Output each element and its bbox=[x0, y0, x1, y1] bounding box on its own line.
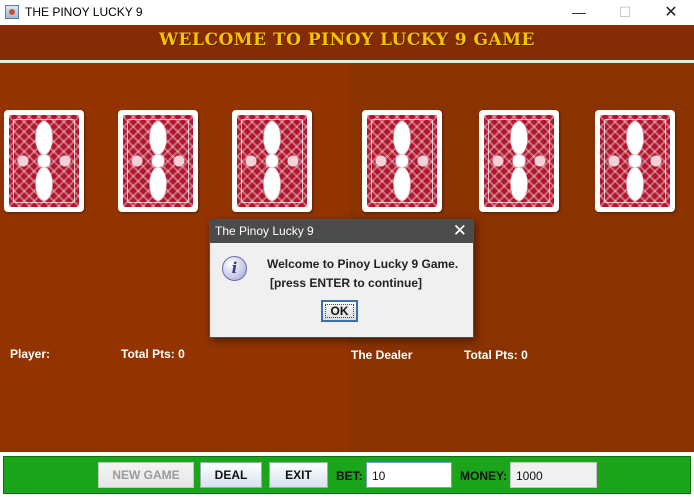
dialog-title-bar[interactable]: The Pinoy Lucky 9 ✕ bbox=[210, 220, 473, 243]
dealer-label: The Dealer bbox=[351, 348, 413, 362]
dealer-card-3 bbox=[595, 110, 675, 212]
player-card-3 bbox=[232, 110, 312, 212]
dialog-hint: [press ENTER to continue] bbox=[270, 276, 423, 290]
dealer-card-2 bbox=[479, 110, 559, 212]
welcome-banner: WELCOME TO PINOY LUCKY 9 GAME bbox=[158, 30, 536, 50]
dialog-message: Welcome to Pinoy Lucky 9 Game. bbox=[267, 257, 459, 271]
close-button[interactable]: ✕ bbox=[648, 0, 694, 25]
window-title: THE PINOY LUCKY 9 bbox=[25, 5, 143, 19]
deal-button[interactable]: DEAL bbox=[200, 462, 262, 488]
game-header: WELCOME TO PINOY LUCKY 9 GAME bbox=[0, 25, 694, 63]
java-app-icon bbox=[5, 5, 19, 19]
card-back-pattern bbox=[9, 115, 79, 207]
new-game-button[interactable]: NEW GAME bbox=[98, 462, 194, 488]
maximize-button[interactable]: ☐ bbox=[602, 0, 648, 25]
money-field: 1000 bbox=[510, 462, 597, 488]
dialog-title: The Pinoy Lucky 9 bbox=[215, 224, 314, 238]
dealer-total-points: Total Pts: 0 bbox=[464, 348, 528, 362]
bet-input[interactable]: 10 bbox=[366, 462, 452, 488]
money-label: MONEY: bbox=[460, 469, 508, 483]
dealer-card-1 bbox=[362, 110, 442, 212]
card-back-pattern bbox=[367, 115, 437, 207]
control-bar: NEW GAME DEAL EXIT BET: 10 MONEY: 1000 bbox=[3, 456, 691, 494]
welcome-dialog: The Pinoy Lucky 9 ✕ i Welcome to Pinoy L… bbox=[209, 219, 474, 338]
dialog-close-button[interactable]: ✕ bbox=[453, 221, 467, 241]
control-bar-frame: NEW GAME DEAL EXIT BET: 10 MONEY: 1000 bbox=[0, 452, 694, 497]
minimize-button[interactable]: — bbox=[556, 0, 602, 25]
card-back-pattern bbox=[484, 115, 554, 207]
info-icon: i bbox=[222, 256, 247, 281]
window-title-bar[interactable]: THE PINOY LUCKY 9 — ☐ ✕ bbox=[0, 0, 694, 26]
card-back-pattern bbox=[600, 115, 670, 207]
player-total-points: Total Pts: 0 bbox=[121, 347, 185, 361]
card-back-pattern bbox=[123, 115, 193, 207]
card-back-pattern bbox=[237, 115, 307, 207]
player-card-1 bbox=[4, 110, 84, 212]
player-label: Player: bbox=[10, 347, 51, 361]
ok-button[interactable]: OK bbox=[321, 300, 358, 322]
exit-button[interactable]: EXIT bbox=[269, 462, 328, 488]
bet-label: BET: bbox=[336, 469, 363, 483]
player-card-2 bbox=[118, 110, 198, 212]
